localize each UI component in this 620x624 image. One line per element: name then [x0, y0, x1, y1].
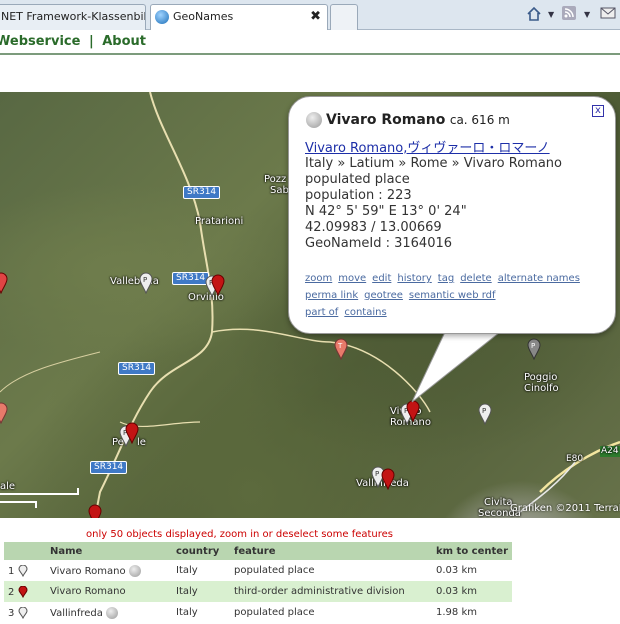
admin-division-marker-icon: [18, 585, 28, 598]
row-km: 1.98 km: [436, 607, 477, 618]
link-edit[interactable]: edit: [372, 273, 391, 284]
map-credit: Grafiken ©2011 TerraM: [510, 503, 620, 514]
row-km: 0.03 km: [436, 565, 477, 576]
link-alternate-names[interactable]: alternate names: [498, 273, 580, 284]
popup-alternate-names-link[interactable]: Vivaro Romano,ヴィヴァーロ・ロマーノ: [305, 137, 550, 156]
popup-close-button[interactable]: x: [592, 105, 604, 117]
popup-hierarchy: Italy » Latium » Rome » Vivaro Romano: [305, 156, 562, 171]
link-perma-link[interactable]: perma link: [305, 290, 358, 301]
table-row[interactable]: 1 Vivaro Romano Italy populated place 0.…: [4, 560, 512, 581]
row-country: Italy: [172, 581, 230, 602]
popup-feature: populated place: [305, 172, 410, 187]
link-semantic-web-rdf[interactable]: semantic web rdf: [409, 290, 496, 301]
col-header-feature: feature: [230, 542, 432, 560]
row-name[interactable]: Vivaro Romano: [46, 560, 172, 581]
row-country: Italy: [176, 565, 198, 576]
popup-place-name: Vivaro Romano: [326, 112, 446, 128]
link-geotree[interactable]: geotree: [364, 290, 403, 301]
popup-links-row-1: zoom move edit history tag delete alternate na…: [305, 273, 586, 284]
col-header-km: km to center: [432, 542, 512, 560]
row-name[interactable]: Vallinfreda: [46, 602, 172, 623]
row-index: 1: [4, 560, 46, 581]
row-feature: populated place: [234, 565, 315, 576]
popup-coordinates-decimal: 42.09983 / 13.00669: [305, 220, 442, 235]
row-feature: third-order administrative division: [230, 581, 432, 602]
link-move[interactable]: move: [338, 273, 366, 284]
popup-geonameid: GeoNameId : 3164016: [305, 236, 453, 251]
link-history[interactable]: history: [397, 273, 431, 284]
populated-place-marker-icon: [18, 564, 28, 577]
col-header-index: [4, 542, 46, 560]
link-contains[interactable]: contains: [344, 307, 386, 318]
row-index: 2: [4, 581, 46, 602]
col-header-name: Name: [46, 542, 172, 560]
wikipedia-icon[interactable]: [128, 564, 141, 577]
popup-elevation: ca. 616 m: [449, 113, 510, 127]
link-part-of[interactable]: part of: [305, 307, 338, 318]
popup-links-row-2: perma link geotree semantic web rdf: [305, 290, 502, 301]
table-row[interactable]: 3 Vallinfreda Italy populated place 1.98…: [4, 602, 512, 623]
wikipedia-icon[interactable]: [306, 112, 322, 128]
object-limit-warning: only 50 objects displayed, zoom in or de…: [86, 529, 394, 540]
row-country: Italy: [176, 607, 198, 618]
popup-coordinates-dms: N 42° 5' 59" E 13° 0' 24": [305, 204, 467, 219]
results-table: Name country feature km to center 1 Viva…: [4, 542, 512, 623]
link-zoom[interactable]: zoom: [305, 273, 332, 284]
link-delete[interactable]: delete: [460, 273, 492, 284]
link-tag[interactable]: tag: [438, 273, 454, 284]
row-feature: populated place: [234, 607, 315, 618]
popup-links-row-3: part of contains: [305, 307, 393, 318]
row-name[interactable]: Vivaro Romano: [46, 581, 172, 602]
populated-place-marker-icon: [18, 606, 28, 619]
row-km: 0.03 km: [432, 581, 512, 602]
table-header-row: Name country feature km to center: [4, 542, 512, 560]
popup-population: population : 223: [305, 188, 412, 203]
row-index: 3: [4, 602, 46, 623]
wikipedia-icon[interactable]: [105, 606, 118, 619]
popup-title: Vivaro Romano ca. 616 m: [306, 112, 510, 128]
table-row[interactable]: 2 Vivaro Romano Italy third-order admini…: [4, 581, 512, 602]
col-header-country: country: [172, 542, 230, 560]
